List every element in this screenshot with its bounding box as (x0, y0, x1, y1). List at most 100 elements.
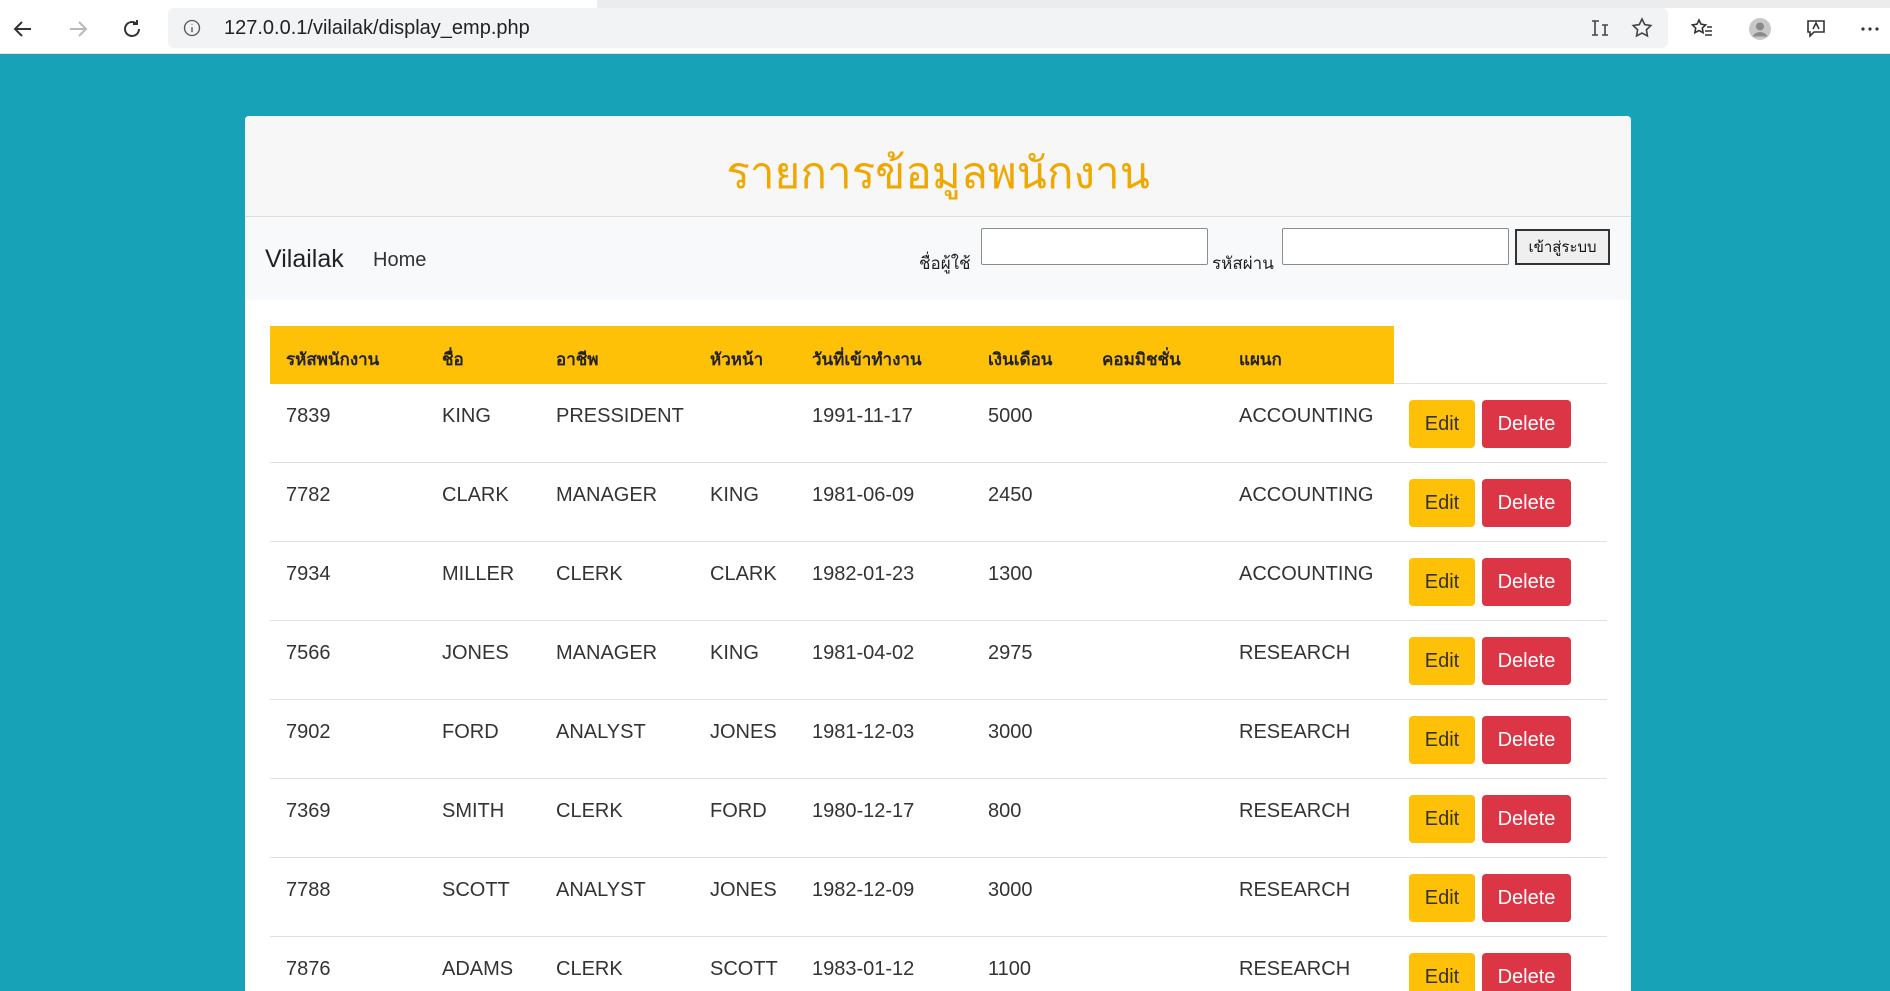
cell-manager: KING (710, 642, 759, 664)
edit-button[interactable]: Edit (1409, 558, 1475, 606)
nav-home-link[interactable]: Home (373, 249, 426, 272)
column-header-commission: คอมมิชชั่น (1102, 350, 1181, 370)
table-row: 7876 ADAMS CLERK SCOTT 1983-01-12 1100 RESEARC… (270, 937, 1607, 991)
cell-manager: FORD (710, 800, 767, 822)
password-label: รหัสผ่าน (1212, 254, 1274, 274)
table-row: 7782 CLARK MANAGER KING 1981-06-09 2450 ACCOUN… (270, 463, 1607, 542)
column-header-department: แผนก (1239, 350, 1282, 370)
feedback-icon[interactable] (1797, 10, 1835, 48)
username-input[interactable] (981, 228, 1208, 265)
cell-hiredate: 1982-12-09 (812, 879, 915, 901)
table-row: 7369 SMITH CLERK FORD 1980-12-17 800 RESEARCH E… (270, 779, 1607, 858)
cell-manager: SCOTT (710, 958, 778, 980)
edit-button[interactable]: Edit (1409, 874, 1475, 922)
tab-strip (0, 0, 1890, 8)
delete-button[interactable]: Delete (1482, 479, 1571, 527)
login-button[interactable]: เข้าสู่ระบบ (1515, 229, 1610, 265)
cell-job: ANALYST (556, 721, 646, 743)
column-header-manager: หัวหน้า (710, 350, 764, 370)
edit-button[interactable]: Edit (1409, 400, 1475, 448)
delete-button[interactable]: Delete (1482, 953, 1571, 991)
cell-salary: 5000 (988, 405, 1033, 427)
navbar-brand[interactable]: Vilailak (265, 245, 344, 274)
cell-job: MANAGER (556, 484, 658, 506)
cell-job: CLERK (556, 958, 623, 980)
cell-salary: 2975 (988, 642, 1033, 664)
cell-job: MANAGER (556, 642, 658, 664)
cell-id: 7566 (286, 642, 331, 664)
cell-job: PRESSIDENT (556, 405, 684, 427)
delete-button[interactable]: Delete (1482, 716, 1571, 764)
more-icon[interactable] (1851, 10, 1889, 48)
cell-hiredate: 1982-01-23 (812, 563, 915, 585)
username-label: ชื่อผู้ใช้ (919, 254, 971, 274)
cell-name: CLARK (442, 484, 509, 506)
column-header-salary: เงินเดือน (988, 350, 1053, 370)
cell-id: 7369 (286, 800, 331, 822)
cell-department: RESEARCH (1239, 642, 1351, 664)
column-header-id: รหัสพนักงาน (286, 350, 380, 370)
delete-button[interactable]: Delete (1482, 637, 1571, 685)
cell-job: CLERK (556, 800, 623, 822)
cell-department: RESEARCH (1239, 721, 1351, 743)
cell-salary: 2450 (988, 484, 1033, 506)
cell-salary: 3000 (988, 879, 1033, 901)
cell-manager: CLARK (710, 563, 777, 585)
cell-id: 7876 (286, 958, 331, 980)
edit-button[interactable]: Edit (1409, 716, 1475, 764)
edit-button[interactable]: Edit (1409, 795, 1475, 843)
password-input[interactable] (1282, 228, 1509, 265)
cell-salary: 1100 (988, 958, 1032, 980)
cell-id: 7902 (286, 721, 331, 743)
refresh-icon[interactable] (113, 10, 151, 48)
cell-name: SMITH (442, 800, 505, 822)
cell-name: FORD (442, 721, 499, 743)
cell-hiredate: 1983-01-12 (812, 958, 915, 980)
table-header: รหัสพนักงาน ชื่อ อาชีพ หัวหน้า วันที่เข้… (270, 326, 1394, 384)
cell-salary: 3000 (988, 721, 1033, 743)
url-text[interactable]: 127.0.0.1/vilailak/display_emp.php (224, 17, 530, 40)
cell-manager: JONES (710, 879, 777, 901)
table-row: 7934 MILLER CLERK CLARK 1982-01-23 1300 ACCOUN… (270, 542, 1607, 621)
forward-icon[interactable] (59, 10, 97, 48)
card-header: รายการข้อมูลพนักงาน (245, 116, 1631, 217)
cell-name: MILLER (442, 563, 515, 585)
cell-id: 7782 (286, 484, 331, 506)
table-row: 7566 JONES MANAGER KING 1981-04-02 2975 RESEAR… (270, 621, 1607, 700)
cell-salary: 1300 (988, 563, 1033, 585)
cell-hiredate: 1981-04-02 (812, 642, 915, 664)
active-tab[interactable] (0, 0, 597, 8)
read-aloud-icon[interactable] (1588, 16, 1612, 40)
edit-button[interactable]: Edit (1409, 953, 1475, 991)
cell-hiredate: 1991-11-17 (812, 405, 913, 427)
table-row: 7788 SCOTT ANALYST JONES 1982-12-09 3000 RESEA… (270, 858, 1607, 937)
cell-name: ADAMS (442, 958, 514, 980)
cell-department: ACCOUNTING (1239, 484, 1374, 506)
address-bar[interactable]: 127.0.0.1/vilailak/display_emp.php (168, 8, 1668, 48)
delete-button[interactable]: Delete (1482, 558, 1571, 606)
employee-card: รายการข้อมูลพนักงาน Vilailak Home ชื่อผู… (245, 116, 1631, 991)
cell-hiredate: 1981-06-09 (812, 484, 915, 506)
favorite-star-icon[interactable] (1630, 16, 1654, 40)
navbar: Vilailak Home ชื่อผู้ใช้ รหัสผ่าน เข้าสู… (245, 217, 1631, 300)
cell-name: SCOTT (442, 879, 510, 901)
delete-button[interactable]: Delete (1482, 795, 1571, 843)
back-icon[interactable] (4, 10, 42, 48)
info-icon[interactable] (182, 18, 202, 38)
delete-button[interactable]: Delete (1482, 874, 1571, 922)
cell-name: KING (442, 405, 491, 427)
cell-id: 7788 (286, 879, 331, 901)
edit-button[interactable]: Edit (1409, 637, 1475, 685)
cell-hiredate: 1980-12-17 (812, 800, 915, 822)
cell-name: JONES (442, 642, 509, 664)
cell-job: CLERK (556, 563, 623, 585)
edit-button[interactable]: Edit (1409, 479, 1475, 527)
cell-id: 7934 (286, 563, 331, 585)
delete-button[interactable]: Delete (1482, 400, 1571, 448)
cell-hiredate: 1981-12-03 (812, 721, 915, 743)
profile-icon[interactable] (1741, 10, 1779, 48)
favorites-icon[interactable] (1683, 10, 1721, 48)
cell-department: RESEARCH (1239, 958, 1351, 980)
column-header-hiredate: วันที่เข้าทำงาน (812, 350, 922, 370)
table-row: 7902 FORD ANALYST JONES 1981-12-03 3000 RESEAR… (270, 700, 1607, 779)
